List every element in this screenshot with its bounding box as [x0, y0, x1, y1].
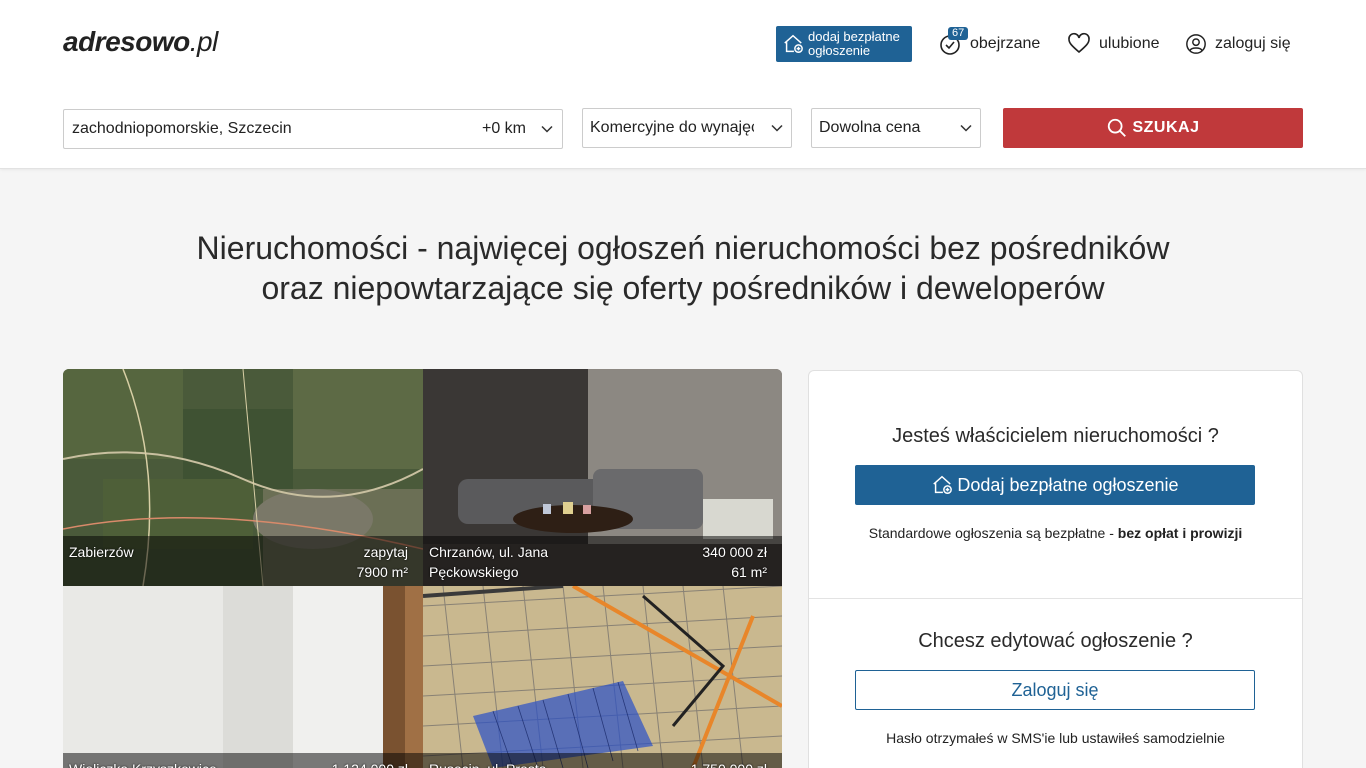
search-button-label: SZUKAJ — [1132, 119, 1200, 136]
hero-heading: Nieruchomości - najwięcej ogłoszeń nieru… — [0, 228, 1366, 308]
listing-price: 1 124 000 zł — [332, 759, 408, 768]
listing-price: 1 750 000 zł — [691, 759, 767, 768]
listing-tile[interactable]: Chrzanów, ul. Jana Pęckowskiego 340 000 … — [423, 369, 782, 586]
add-free-listing-button[interactable]: dodaj bezpłatne ogłoszenie — [776, 26, 912, 62]
listing-location: Zabierzów — [69, 544, 134, 560]
price-select[interactable]: Dowolna cena — [811, 108, 981, 148]
chevron-down-icon — [771, 124, 783, 132]
nav-login[interactable]: zaloguj się — [1185, 30, 1291, 58]
nav-favorites[interactable]: ulubione — [1067, 30, 1160, 58]
listing-meta: zapytaj 7900 m² — [357, 542, 408, 586]
nav-viewed[interactable]: 67 obejrzane — [938, 27, 1041, 58]
add-listing-button[interactable]: Dodaj bezpłatne ogłoszenie — [855, 465, 1255, 505]
listing-caption: Wieliczka Krzyszkowice 1 124 000 zł — [63, 753, 423, 768]
login-button[interactable]: Zaloguj się — [855, 670, 1255, 710]
location-value: zachodniopomorskie, Szczecin — [72, 120, 292, 137]
property-type-value: Komercyjne do wynajęcia — [590, 119, 754, 136]
listing-tile[interactable]: Rusocin, ul. Prosta 1 750 000 zł — [423, 586, 782, 768]
listing-price: 340 000 zł — [702, 544, 767, 560]
listing-caption: Zabierzów zapytaj 7900 m² — [63, 536, 423, 586]
edit-question: Chcesz edytować ogłoszenie ? — [918, 630, 1193, 652]
free-note-text: Standardowe ogłoszenia są bezpłatne - — [868, 525, 1118, 541]
nav-favorites-label: ulubione — [1099, 35, 1160, 52]
free-note-bold: bez opłat i prowizji — [1117, 525, 1243, 541]
viewed-count-badge: 67 — [948, 27, 969, 40]
listing-meta: 1 750 000 zł — [691, 759, 767, 768]
add-listing-label: Dodaj bezpłatne ogłoszenie — [957, 474, 1179, 495]
listing-meta: 340 000 zł 61 m² — [702, 542, 767, 586]
listing-caption: Chrzanów, ul. Jana Pęckowskiego 340 000 … — [423, 536, 782, 586]
heart-icon — [1068, 32, 1090, 54]
listing-area: 61 m² — [731, 564, 767, 580]
hero-line-1: Nieruchomości - najwięcej ogłoszeń nieru… — [196, 230, 1170, 266]
location-search-input[interactable]: zachodniopomorskie, Szczecin +0 km — [63, 109, 563, 149]
site-header: adresowo.pl dodaj bezpłatne ogłoszenie 67… — [0, 0, 1366, 169]
listing-tile[interactable]: Wieliczka Krzyszkowice 1 124 000 zł — [63, 586, 423, 768]
featured-listings-grid: Zabierzów zapytaj 7900 m² Chrzanów, ul. J… — [63, 369, 782, 768]
property-type-select[interactable]: Komercyjne do wynajęcia — [582, 108, 792, 148]
nav-viewed-label: obejrzane — [970, 35, 1041, 52]
house-plus-icon — [784, 34, 803, 53]
listing-price: zapytaj — [363, 544, 408, 560]
listing-area: 7900 m² — [356, 564, 408, 580]
owner-question: Jesteś właścicielem nieruchomości ? — [892, 425, 1219, 447]
listing-location: Wieliczka Krzyszkowice — [69, 759, 217, 768]
owner-panel: Jesteś właścicielem nieruchomości ? Doda… — [808, 370, 1303, 768]
search-icon — [1108, 118, 1127, 137]
plot-map-image — [423, 586, 782, 768]
house-plus-icon — [933, 475, 953, 494]
hero-line-2: oraz niepowtarzające się oferty pośredni… — [261, 270, 1105, 306]
search-button[interactable]: SZUKAJ — [1003, 108, 1303, 148]
price-value: Dowolna cena — [819, 119, 921, 136]
free-listing-note: Standardowe ogłoszenia są bezpłatne - be… — [809, 525, 1302, 541]
user-circle-icon — [1186, 34, 1206, 54]
chevron-down-icon — [960, 124, 972, 132]
listing-caption: Rusocin, ul. Prosta 1 750 000 zł — [423, 753, 782, 768]
add-button-line1: dodaj bezpłatne — [808, 29, 900, 44]
chevron-down-icon — [541, 125, 553, 133]
site-logo[interactable]: adresowo.pl — [63, 26, 218, 58]
listing-location: Rusocin, ul. Prosta — [429, 759, 547, 768]
nav-login-label: zaloguj się — [1215, 35, 1291, 52]
listing-meta: 1 124 000 zł — [332, 759, 408, 768]
add-button-line2: ogłoszenie — [808, 43, 871, 58]
listing-tile[interactable]: Zabierzów zapytaj 7900 m² — [63, 369, 423, 586]
radius-value[interactable]: +0 km — [482, 120, 526, 138]
password-note: Hasło otrzymałeś w SMS'ie lub ustawiłeś … — [886, 730, 1225, 746]
listing-location: Chrzanów, ul. Jana Pęckowskiego — [429, 544, 549, 580]
interior-photo — [63, 586, 423, 768]
